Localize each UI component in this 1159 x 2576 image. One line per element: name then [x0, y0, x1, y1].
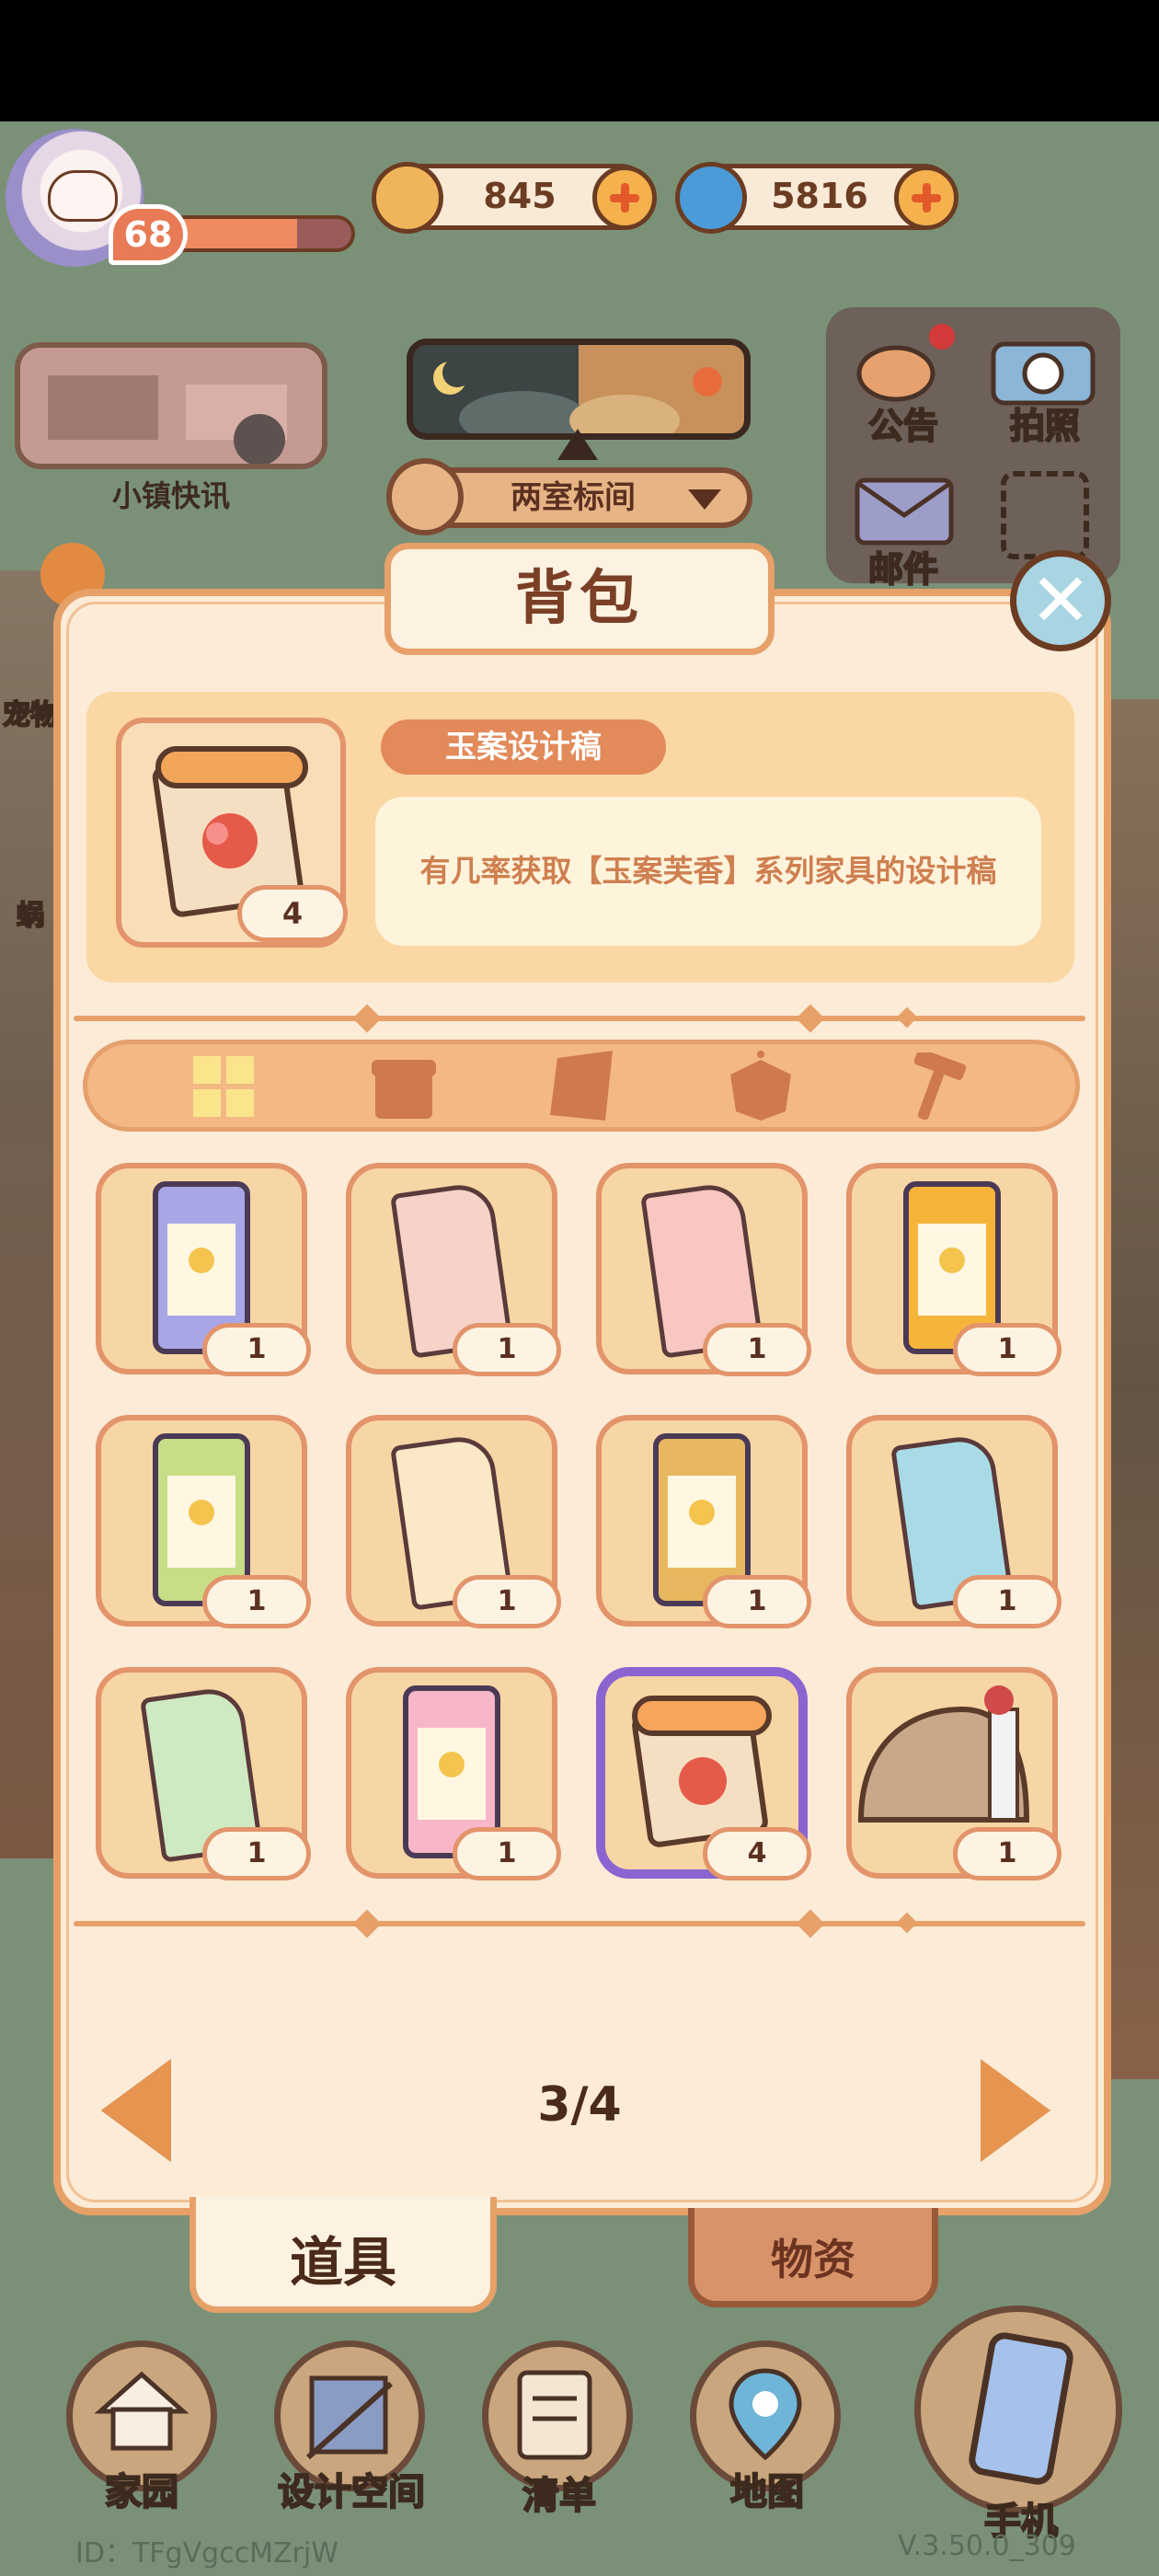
selected-item-name: 玉案设计稿 [381, 719, 666, 775]
item-slot[interactable]: 1 [96, 1667, 311, 1880]
item-count: 1 [703, 1323, 811, 1376]
coin-icon [372, 162, 443, 234]
phone-icon [969, 2332, 1073, 2485]
sheep-avatar-icon [48, 170, 118, 222]
camera-label[interactable]: 拍照 [981, 397, 1109, 448]
gem-icon [675, 162, 747, 234]
pet-label[interactable]: 宠物 [0, 692, 61, 732]
chevron-down-icon[interactable] [688, 489, 721, 510]
item-count: 1 [453, 1827, 561, 1880]
page-indicator: 3/4 [537, 2077, 622, 2133]
close-icon[interactable]: ✕ [1010, 550, 1111, 651]
item-count: 1 [953, 1827, 1061, 1880]
selected-item-count: 4 [237, 885, 348, 942]
news-thumbnail-icon [20, 348, 322, 464]
list-icon [517, 2370, 592, 2460]
version-label: V.3.50.0_309 [898, 2530, 1076, 2562]
town-news-label: 小镇快讯 [111, 478, 230, 513]
item-count: 4 [703, 1827, 811, 1880]
divider-bottom [74, 1921, 1085, 1926]
gift-icon[interactable] [372, 1052, 436, 1119]
coin-value: 845 [483, 176, 557, 216]
divider-top [74, 1016, 1085, 1021]
item-count: 1 [202, 1575, 311, 1628]
item-count: 1 [703, 1575, 811, 1628]
snail-label[interactable]: 蜗 [0, 892, 61, 933]
item-slot[interactable]: 4 [596, 1667, 811, 1880]
item-slot[interactable]: 1 [846, 1163, 1061, 1376]
experience-fill [169, 219, 297, 248]
item-slot[interactable]: 1 [596, 1163, 811, 1376]
nav-list-label[interactable]: 清单 [467, 2466, 651, 2519]
item-count: 1 [453, 1575, 561, 1628]
player-id: ID：TFgVgccMZrjW [75, 2537, 339, 2570]
coin-add-button[interactable] [592, 166, 657, 230]
item-count: 1 [453, 1323, 561, 1376]
next-page-button[interactable] [981, 2059, 1050, 2162]
item-slot[interactable]: 1 [346, 1415, 561, 1628]
mail-label[interactable]: 邮件 [839, 541, 968, 592]
nav-home-label[interactable]: 家园 [50, 2462, 234, 2515]
item-slot[interactable]: 1 [846, 1415, 1061, 1628]
announcement-icon[interactable] [850, 318, 960, 410]
status-bar [0, 0, 1159, 121]
item-slot[interactable]: 1 [346, 1667, 561, 1880]
weather-pointer-icon [557, 429, 598, 460]
mail-icon[interactable] [854, 475, 955, 548]
item-slot[interactable]: 1 [596, 1415, 811, 1628]
item-slot[interactable]: 1 [346, 1163, 561, 1376]
dice-icon[interactable] [727, 1051, 791, 1121]
nav-map-label[interactable]: 地图 [675, 2462, 859, 2515]
gem-add-button[interactable] [894, 166, 958, 230]
weather-panel[interactable] [407, 339, 751, 440]
item-count: 1 [202, 1827, 311, 1880]
day-night-icon [433, 358, 722, 433]
tab-supplies-label[interactable]: 物资 [688, 2226, 938, 2287]
scan-icon[interactable] [1001, 471, 1089, 559]
item-slot[interactable]: 1 [846, 1667, 1061, 1880]
announcement-label[interactable]: 公告 [839, 397, 968, 448]
gem-value: 5816 [771, 176, 868, 216]
item-description: 有几率获取【玉案芙香】系列家具的设计稿 [419, 853, 997, 889]
nav-design-label[interactable]: 设计空间 [259, 2462, 443, 2515]
tab-items-label[interactable]: 道具 [189, 2219, 497, 2296]
item-count: 1 [953, 1575, 1061, 1628]
level-badge: 68 [109, 204, 188, 265]
experience-bar [166, 215, 355, 252]
item-count: 1 [953, 1323, 1061, 1376]
item-slot[interactable]: 1 [96, 1415, 311, 1628]
bag-title: 背包 [515, 565, 644, 633]
hammer-icon[interactable] [905, 1049, 970, 1121]
town-news-card[interactable] [15, 342, 327, 469]
prev-page-button[interactable] [101, 2059, 171, 2162]
item-count: 1 [202, 1323, 311, 1376]
item-slot[interactable]: 1 [96, 1163, 311, 1376]
grid-icon[interactable] [191, 1054, 256, 1119]
paper-icon[interactable] [548, 1051, 613, 1121]
house-icon [386, 458, 464, 535]
nav-phone-button[interactable] [914, 2306, 1122, 2513]
